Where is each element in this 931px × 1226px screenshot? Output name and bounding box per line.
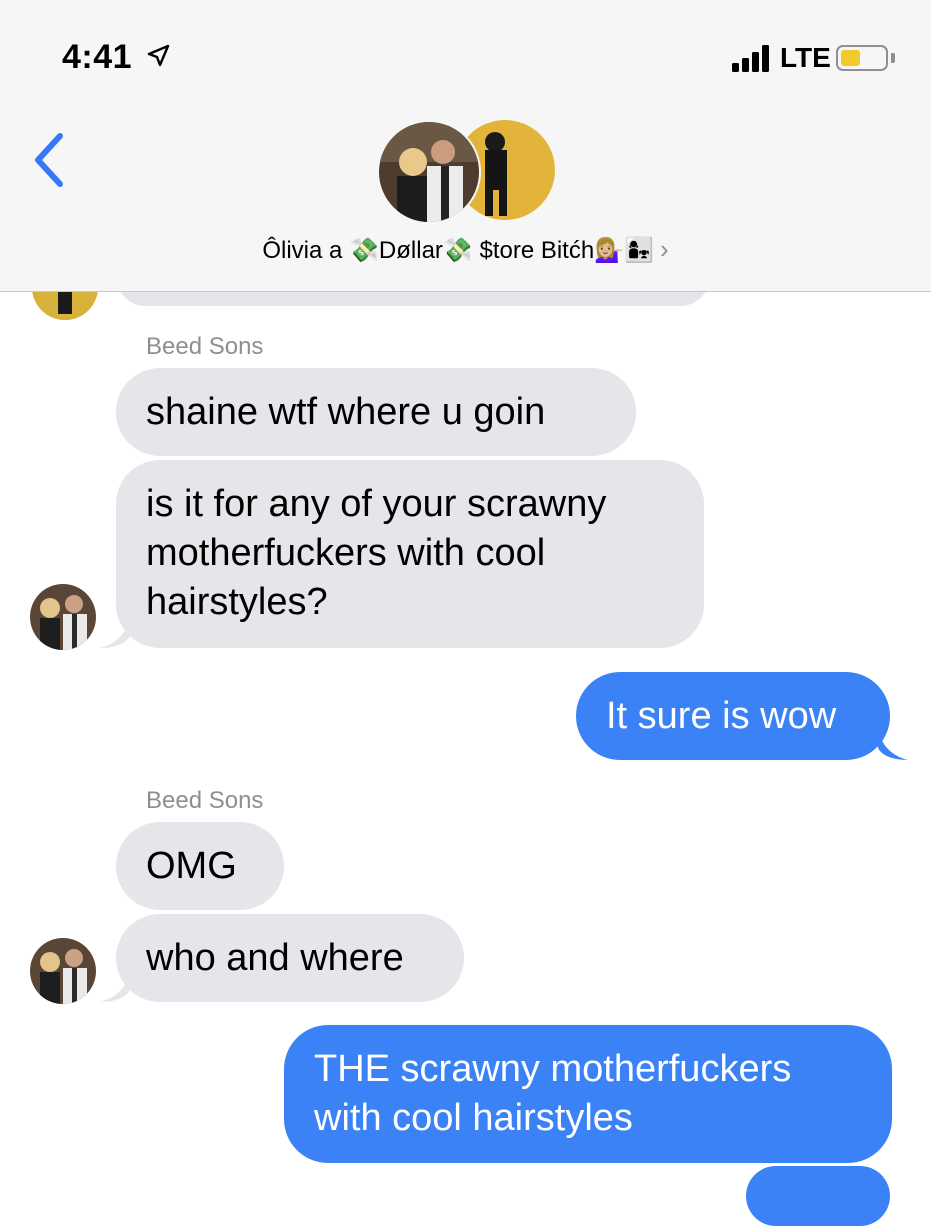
group-avatars[interactable]: [377, 118, 557, 224]
message-bubble-sent[interactable]: It sure is wow: [576, 672, 890, 760]
sender-name: Beed Sons: [146, 333, 264, 360]
message-bubble[interactable]: who and where: [116, 914, 464, 1002]
cellular-signal-icon: [732, 42, 774, 72]
group-name[interactable]: Ôlivia a 💸Døllar💸 $tore Bitćh💁🏼‍♀️👩‍👧 ›: [0, 234, 931, 265]
avatar: [377, 120, 481, 224]
network-type: LTE: [780, 42, 831, 73]
status-time: 4:41: [62, 38, 133, 76]
avatar[interactable]: [30, 584, 96, 650]
avatar[interactable]: [30, 938, 96, 1004]
battery-icon: [836, 45, 888, 71]
message-text: who and where: [146, 937, 404, 979]
location-arrow-icon: [147, 44, 170, 67]
back-button[interactable]: [30, 130, 70, 190]
message-text-line: hairstyles?: [146, 581, 328, 623]
bubble-tail: [878, 730, 908, 760]
message-text: shaine wtf where u goin: [146, 391, 546, 433]
nav-header: 4:41 LTE Ôlivia a 💸Døllar💸 $tore Bitćh💁🏼…: [0, 0, 931, 292]
message-bubble[interactable]: is it for any of your scrawny motherfuck…: [116, 460, 704, 648]
message-bubble[interactable]: shaine wtf where u goin: [116, 368, 636, 456]
message-text-line: with cool hairstyles: [314, 1097, 633, 1139]
message-text: It sure is wow: [606, 695, 837, 737]
group-name-text: Ôlivia a 💸Døllar💸 $tore Bitćh💁🏼‍♀️👩‍👧: [262, 237, 654, 264]
message-bubble-sent[interactable]: THE scrawny motherfuckers with cool hair…: [284, 1025, 892, 1163]
message-text-line: motherfuckers with cool: [146, 532, 546, 574]
message-text-line: is it for any of your scrawny: [146, 483, 607, 525]
bubble-tail: [100, 618, 130, 648]
sender-name: Beed Sons: [146, 787, 264, 814]
message-bubble-sent-partial[interactable]: [746, 1166, 890, 1226]
bubble-tail: [100, 972, 130, 1002]
message-text: OMG: [146, 845, 237, 887]
message-text-line: THE scrawny motherfuckers: [314, 1048, 792, 1090]
battery-level: [841, 50, 860, 66]
battery-tip: [891, 53, 895, 63]
chevron-right-icon: ›: [659, 234, 669, 264]
message-bubble[interactable]: OMG: [116, 822, 284, 910]
